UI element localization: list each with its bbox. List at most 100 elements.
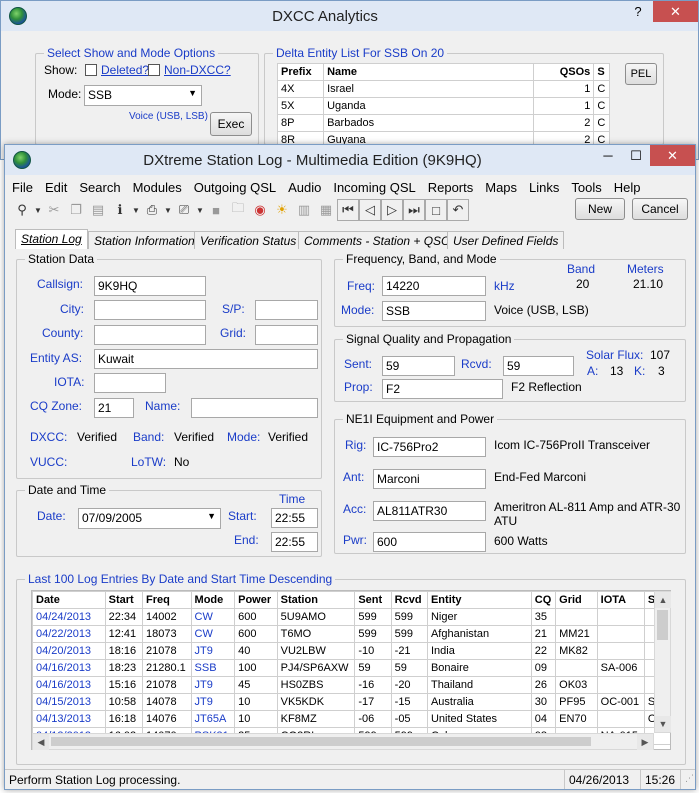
exec-button[interactable]: Exec — [210, 112, 252, 136]
table-row[interactable]: 04/24/2013 22:34 14002 CW 600 5U9AMO 599 599 Nig… — [32, 608, 670, 626]
scroll-thumb[interactable] — [51, 737, 591, 746]
new-button[interactable]: New — [575, 198, 625, 220]
column-header[interactable]: Sent — [354, 591, 392, 609]
column-header[interactable]: Power — [234, 591, 278, 609]
deleted-label[interactable]: Deleted? — [101, 63, 149, 77]
table-row[interactable]: 04/16/2013 15:16 21078 JT9 45 HS0ZBS -16 -20 Tha… — [32, 676, 670, 694]
minimize-button[interactable]: ─ — [594, 145, 622, 166]
column-header[interactable]: Start — [104, 591, 144, 609]
resize-grip-icon[interactable]: ⋰ — [681, 770, 695, 789]
paste-icon[interactable]: ▤ — [87, 199, 109, 221]
print-preview-icon[interactable]: ⎚ — [173, 199, 195, 221]
column-header[interactable]: Rcvd — [390, 591, 428, 609]
dropdown-icon[interactable]: ▼ — [131, 199, 141, 221]
menu-maps[interactable]: Maps — [485, 180, 517, 195]
scroll-left-icon[interactable]: ◀ — [33, 734, 49, 750]
iota-input[interactable] — [94, 373, 166, 393]
previous-record-icon[interactable]: ◁ — [359, 199, 381, 221]
tab-station-information[interactable]: Station Information — [88, 231, 201, 249]
menu-modules[interactable]: Modules — [133, 180, 182, 195]
menu-links[interactable]: Links — [529, 180, 559, 195]
mode-select[interactable]: SSB ▼ — [84, 85, 202, 106]
prop-input[interactable]: F2 — [382, 379, 503, 399]
column-header[interactable]: Station — [276, 591, 356, 609]
name-input[interactable] — [191, 398, 318, 418]
pel-button[interactable]: PEL — [625, 63, 657, 85]
table-row[interactable]: 04/15/2013 10:58 14078 JT9 10 VK5KDK -17 -15 Aus… — [32, 693, 670, 711]
folder-icon[interactable]: 🗀 — [227, 199, 249, 221]
freq-input[interactable]: 14220 — [382, 276, 486, 296]
non-dxcc-checkbox[interactable] — [148, 64, 160, 76]
date-picker[interactable]: 07/09/2005 ▼ — [78, 508, 221, 529]
cqzone-input[interactable]: 21 — [94, 398, 134, 418]
menu-edit[interactable]: Edit — [45, 180, 67, 195]
tab-station-log[interactable]: Station Log — [15, 229, 88, 249]
report-icon[interactable]: ▦ — [315, 199, 337, 221]
table-row[interactable]: 04/16/2013 18:23 21280.1 SSB 100 PJ4/SP6AXW 59… — [32, 659, 670, 677]
pwr-input[interactable]: 600 — [373, 532, 486, 552]
county-input[interactable] — [94, 325, 206, 345]
scroll-thumb[interactable] — [657, 610, 668, 640]
column-header[interactable]: Grid — [555, 591, 598, 609]
undo-icon[interactable]: ↶ — [447, 199, 469, 221]
table-row[interactable]: 04/20/2013 18:16 21078 JT9 40 VU2LBW -10 -21 Ind… — [32, 642, 670, 660]
vertical-scrollbar[interactable]: ▲ ▼ — [654, 591, 671, 733]
scroll-right-icon[interactable]: ▶ — [637, 734, 653, 750]
column-header[interactable]: Mode — [190, 591, 236, 609]
info-icon[interactable]: ℹ — [109, 199, 131, 221]
help-button[interactable]: ? — [623, 1, 653, 22]
tab-verification-status[interactable]: Verification Status — [194, 231, 303, 249]
menu-tools[interactable]: Tools — [571, 180, 601, 195]
grid-input[interactable] — [255, 325, 318, 345]
binoculars-icon[interactable]: ⚲ — [11, 199, 33, 221]
dxcc-close-button[interactable]: ✕ — [653, 1, 698, 22]
acc-input[interactable]: AL811ATR30 — [373, 501, 486, 521]
first-record-icon[interactable]: ⏮ — [337, 199, 359, 221]
mode-input[interactable]: SSB — [382, 301, 486, 321]
column-header[interactable]: Entity — [426, 591, 532, 609]
qsl-card-icon[interactable]: ▥ — [293, 199, 315, 221]
column-header[interactable]: CQ — [530, 591, 557, 609]
deleted-checkbox[interactable] — [85, 64, 97, 76]
callsign-input[interactable]: 9K9HQ — [94, 276, 206, 296]
table-row[interactable]: 8P Barbados 2 C — [276, 114, 610, 132]
start-time-input[interactable]: 22:55 — [271, 508, 318, 528]
scroll-down-icon[interactable]: ▼ — [655, 716, 671, 732]
column-header[interactable]: Prefix — [276, 63, 325, 81]
end-time-input[interactable]: 22:55 — [271, 532, 318, 552]
dropdown-icon[interactable]: ▼ — [163, 199, 173, 221]
rcvd-input[interactable]: 59 — [503, 356, 574, 376]
menu-incoming-qsl[interactable]: Incoming QSL — [333, 180, 415, 195]
cut-icon[interactable]: ✂ — [43, 199, 65, 221]
column-header[interactable]: Date — [32, 591, 106, 609]
dropdown-icon[interactable]: ▼ — [33, 199, 43, 221]
menu-outgoing-qsl[interactable]: Outgoing QSL — [194, 180, 276, 195]
printer-icon[interactable]: ⎙ — [141, 199, 163, 221]
tab-user-defined-fields[interactable]: User Defined Fields — [447, 231, 565, 249]
table-row[interactable]: 04/13/2013 16:18 14076 JT65A 10 KF8MZ -06 -05 Un… — [32, 710, 670, 728]
maximize-button[interactable]: ☐ — [622, 145, 650, 166]
column-header[interactable]: S — [593, 63, 610, 81]
scroll-up-icon[interactable]: ▲ — [655, 592, 671, 608]
table-row[interactable]: 04/22/2013 12:41 18073 CW 600 T6MO 599 599 Afgha… — [32, 625, 670, 643]
last-record-icon[interactable]: ⏭ — [403, 199, 425, 221]
column-header[interactable]: IOTA — [596, 591, 645, 609]
globe-link-icon[interactable]: ◉ — [249, 199, 271, 221]
menu-reports[interactable]: Reports — [428, 180, 474, 195]
log-close-button[interactable]: ✕ — [650, 145, 695, 166]
menu-audio[interactable]: Audio — [288, 180, 321, 195]
dropdown-icon[interactable]: ▼ — [195, 199, 205, 221]
non-dxcc-label[interactable]: Non-DXCC? — [164, 63, 231, 77]
tab-comments[interactable]: Comments - Station + QSO — [298, 231, 457, 249]
sun-icon[interactable]: ☀ — [271, 199, 293, 221]
column-header[interactable]: Freq — [142, 591, 192, 609]
copy-icon[interactable]: ❐ — [65, 199, 87, 221]
stop-icon[interactable]: ■ — [205, 199, 227, 221]
city-input[interactable] — [94, 300, 206, 320]
column-header[interactable]: Name — [323, 63, 534, 81]
next-record-icon[interactable]: ▷ — [381, 199, 403, 221]
menu-help[interactable]: Help — [614, 180, 641, 195]
ant-input[interactable]: Marconi — [373, 469, 486, 489]
horizontal-scrollbar[interactable]: ◀ ▶ — [32, 733, 654, 750]
menu-search[interactable]: Search — [79, 180, 120, 195]
